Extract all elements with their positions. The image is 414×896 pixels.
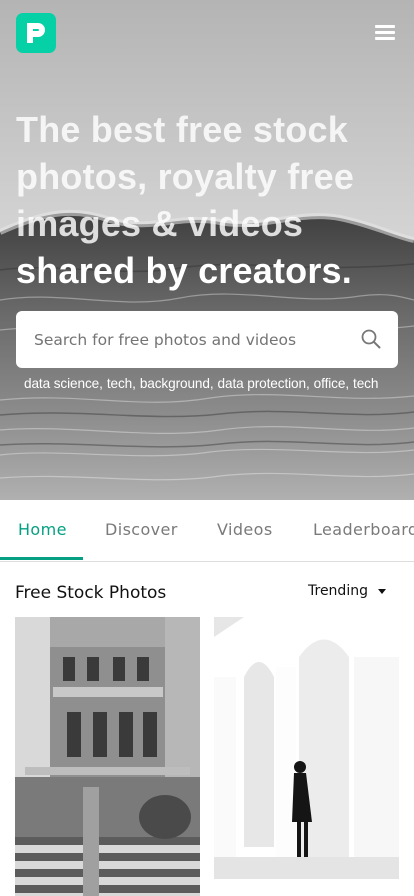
hero-banner: The best free stock photos, royalty free… — [0, 0, 414, 500]
sort-label: Trending — [308, 583, 368, 599]
caret-down-icon — [377, 588, 386, 594]
active-tab-indicator — [0, 557, 83, 560]
nav-tabs: Home Discover Videos Leaderboard — [0, 500, 414, 562]
pexels-logo-icon[interactable] — [16, 13, 56, 53]
tag-link[interactable]: data protection — [218, 376, 307, 391]
headline-line-2: shared by creators. — [16, 250, 352, 291]
suggested-tags: data science, tech, background, data protec… — [24, 376, 379, 391]
tab-home[interactable]: Home — [18, 520, 67, 539]
search-icon[interactable] — [360, 328, 382, 350]
tag-link[interactable]: office — [314, 376, 346, 391]
sort-dropdown[interactable]: Trending — [308, 583, 386, 599]
arches-photo — [214, 617, 399, 879]
section-title: Free Stock Photos — [15, 583, 167, 603]
tab-discover[interactable]: Discover — [105, 520, 178, 539]
logo-glyph — [27, 23, 45, 43]
tag-link[interactable]: data science — [24, 376, 99, 391]
tag-link[interactable]: tech — [107, 376, 132, 391]
headline-line-1: The best free stock photos, royalty free… — [16, 109, 355, 244]
tab-leaderboard[interactable]: Leaderboard — [313, 520, 414, 539]
photo-card-arches[interactable] — [214, 617, 399, 879]
building-photo — [15, 617, 200, 896]
search-box — [16, 311, 398, 368]
tag-link[interactable]: background — [140, 376, 210, 391]
photo-card-building[interactable] — [15, 617, 200, 896]
hero-headline: The best free stock photos, royalty free… — [16, 106, 406, 294]
tab-videos[interactable]: Videos — [217, 520, 273, 539]
tag-link[interactable]: tech — [353, 376, 378, 391]
search-input[interactable] — [16, 311, 346, 368]
hamburger-menu-icon[interactable] — [371, 22, 399, 46]
